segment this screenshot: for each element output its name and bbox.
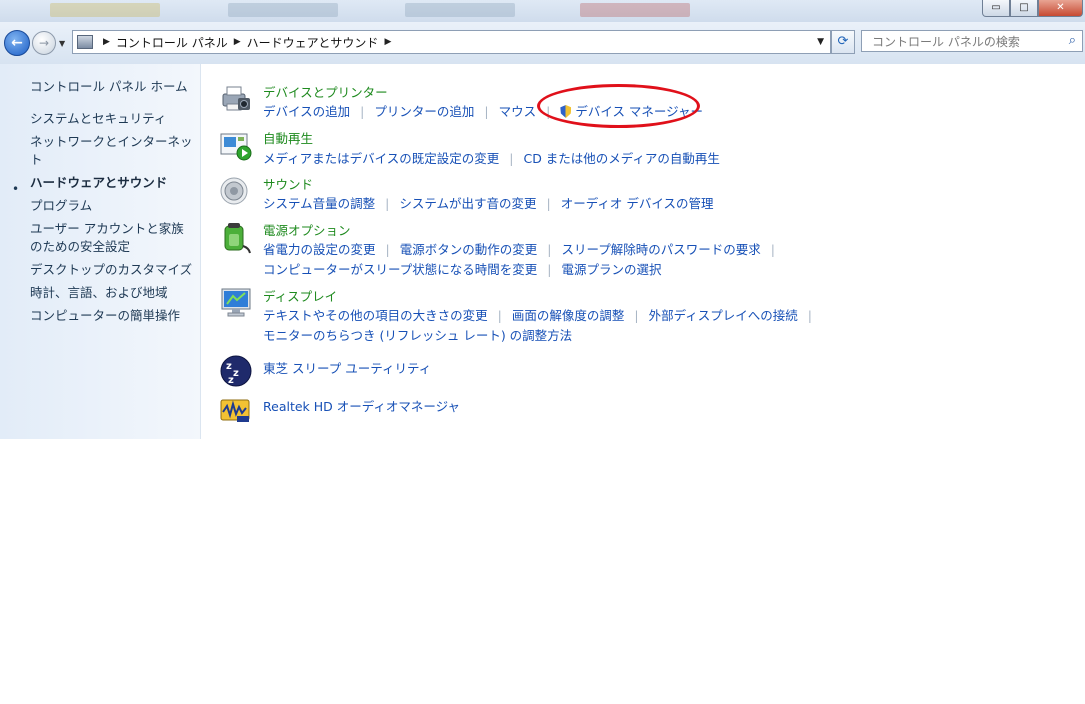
maximize-button[interactable]: □ [1010,0,1038,17]
autoplay-icon[interactable] [219,128,253,162]
forward-button[interactable]: → [32,31,56,55]
sound-links: システム音量の調整 | システムが出す音の変更 | オーディオ デバイスの管理 [263,193,713,212]
link-separator: | [546,104,551,119]
svg-text:z: z [226,361,232,372]
sidebar-item-home[interactable]: コントロール パネル ホーム [30,78,195,96]
sidebar: コントロール パネル ホーム システムとセキュリティ ネットワークとインターネッ… [0,64,201,439]
add-printer-link[interactable]: プリンターの追加 [374,104,474,119]
sidebar-item-clock-region[interactable]: 時計、言語、および地域 [30,284,195,302]
sidebar-item-programs[interactable]: プログラム [30,197,195,215]
breadcrumb-separator-icon[interactable]: ▶ [234,37,241,47]
search-icon[interactable]: ⌕ [1069,33,1076,48]
close-button[interactable]: ✕ [1038,0,1083,17]
realtek-audio-icon[interactable] [219,396,253,430]
title-bar: ▭ □ ✕ [0,0,1085,22]
refresh-button[interactable]: ⟳ [831,30,855,54]
current-item-bullet: • [12,182,20,196]
window-controls: ▭ □ ✕ [982,0,1083,18]
link-separator: | [385,242,390,257]
background-tab [405,3,515,17]
link-separator: | [770,242,775,257]
breadcrumb-control-panel[interactable]: コントロール パネル [116,34,228,51]
link-separator: | [509,151,514,166]
breadcrumb-hardware-and-sound[interactable]: ハードウェアとサウンド [247,34,379,51]
power-links-row1: 省電力の設定の変更 | 電源ボタンの動作の変更 | スリープ解除時のパスワードの要求 | [263,239,785,258]
address-bar[interactable]: ▶ コントロール パネル ▶ ハードウェアとサウンド ▶ ▼ [72,30,831,54]
change-system-sounds-link[interactable]: システムが出す音の変更 [399,196,536,211]
link-separator: | [360,104,365,119]
power-button-action-link[interactable]: 電源ボタンの動作の変更 [400,242,538,257]
control-panel-icon [77,35,93,49]
back-button[interactable]: ← [4,30,30,56]
mouse-link[interactable]: マウス [499,104,537,119]
monitor-icon[interactable] [219,286,253,320]
link-separator: | [497,308,502,323]
sidebar-item-user-accounts[interactable]: ユーザー アカウントと家族のための安全設定 [30,220,195,256]
wake-password-link[interactable]: スリープ解除時のパスワードの要求 [561,242,760,257]
cd-autoplay-link[interactable]: CD または他のメディアの自動再生 [523,151,719,166]
link-separator: | [547,262,552,277]
link-separator: | [547,242,552,257]
link-separator: | [385,196,390,211]
link-separator: | [546,196,551,211]
uac-shield-icon [560,105,572,118]
screen-resolution-link[interactable]: 画面の解像度の調整 [512,308,625,323]
main-content: デバイスとプリンター デバイスの追加 | プリンターの追加 | マウス | デバイス マネー… [201,64,1085,439]
autoplay-title[interactable]: 自動再生 [263,128,313,147]
toshiba-sleep-utility-link[interactable]: 東芝 スリープ ユーティリティ [263,358,431,377]
display-links-row2: モニターのちらつき (リフレッシュ レート) の調整方法 [263,325,572,344]
devices-printers-title[interactable]: デバイスとプリンター [263,82,388,101]
adjust-volume-link[interactable]: システム音量の調整 [263,196,375,211]
sleep-utility-icon[interactable]: z z z [219,354,253,388]
media-default-link[interactable]: メディアまたはデバイスの既定設定の変更 [263,151,499,166]
power-links-row2: コンピューターがスリープ状態になる時間を変更 | 電源プランの選択 [263,259,662,278]
sidebar-item-ease-of-access[interactable]: コンピューターの簡単操作 [30,307,195,325]
add-device-link[interactable]: デバイスの追加 [263,104,350,119]
realtek-hd-audio-manager-link[interactable]: Realtek HD オーディオマネージャ [263,396,460,415]
external-display-link[interactable]: 外部ディスプレイへの接続 [649,308,798,323]
background-tab [50,3,160,17]
background-tab [228,3,338,17]
svg-text:z: z [228,375,234,386]
battery-icon[interactable] [219,220,253,254]
sleep-time-link[interactable]: コンピューターがスリープ状態になる時間を変更 [263,262,537,277]
link-separator: | [484,104,489,119]
search-box[interactable]: ⌕ [861,30,1083,53]
navigation-bar: ← → ▼ ▶ コントロール パネル ▶ ハードウェアとサウンド ▶ ▼ ⟳ ⌕ [0,22,1085,64]
sidebar-item-system-security[interactable]: システムとセキュリティ [30,110,195,128]
autoplay-links: メディアまたはデバイスの既定設定の変更 | CD または他のメディアの自動再生 [263,148,720,167]
sidebar-item-desktop[interactable]: デスクトップのカスタマイズ [30,261,195,279]
manage-audio-devices-link[interactable]: オーディオ デバイスの管理 [561,196,714,211]
printer-icon[interactable] [219,82,253,116]
display-links-row1: テキストやその他の項目の大きさの変更 | 画面の解像度の調整 | 外部ディスプレイへの接… [263,305,822,324]
devices-links: デバイスの追加 | プリンターの追加 | マウス | デバイス マネージャー [263,101,703,120]
device-manager-link[interactable]: デバイス マネージャー [575,104,703,119]
link-separator: | [807,308,812,323]
sound-title[interactable]: サウンド [263,174,313,193]
background-tab [580,3,690,17]
display-title[interactable]: ディスプレイ [263,286,337,305]
search-input[interactable] [870,31,1064,53]
power-saving-settings-link[interactable]: 省電力の設定の変更 [263,242,376,257]
svg-text:z: z [233,368,239,379]
speaker-icon[interactable] [219,174,253,208]
history-dropdown-icon[interactable]: ▼ [59,39,65,48]
sidebar-item-network[interactable]: ネットワークとインターネット [30,133,195,169]
link-separator: | [634,308,639,323]
power-plan-link[interactable]: 電源プランの選択 [561,262,661,277]
breadcrumb-separator-icon[interactable]: ▶ [103,37,110,47]
minimize-button[interactable]: ▭ [982,0,1010,17]
sidebar-item-hardware-sound: ハードウェアとサウンド [30,175,168,190]
breadcrumb-separator-icon[interactable]: ▶ [384,37,391,47]
text-size-link[interactable]: テキストやその他の項目の大きさの変更 [263,308,488,323]
refresh-rate-link[interactable]: モニターのちらつき (リフレッシュ レート) の調整方法 [263,328,572,343]
power-options-title[interactable]: 電源オプション [263,220,351,239]
address-dropdown-icon[interactable]: ▼ [817,37,824,47]
